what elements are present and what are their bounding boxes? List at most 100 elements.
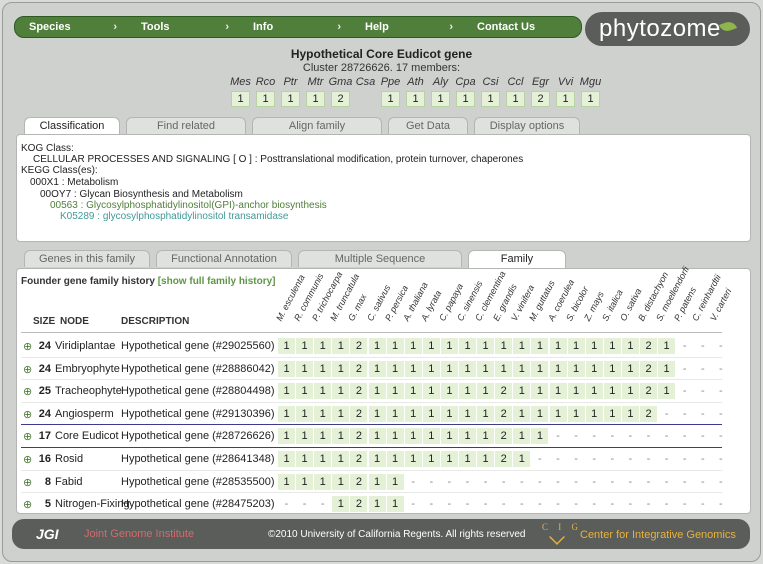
- count-cell[interactable]: 2: [350, 451, 368, 467]
- count-cell[interactable]: 2: [495, 383, 513, 400]
- count-cell[interactable]: 1: [278, 338, 295, 354]
- count-cell[interactable]: 1: [585, 405, 603, 422]
- tab-family-history[interactable]: Family History?: [468, 250, 566, 283]
- count-cell[interactable]: 1: [278, 383, 295, 400]
- count-cell[interactable]: 1: [567, 405, 585, 422]
- show-full-history-link[interactable]: [show full family history]: [158, 276, 276, 287]
- kegg-class-2[interactable]: 00OY7 : Glycan Biosynthesis and Metaboli…: [40, 189, 243, 200]
- count-cell[interactable]: 1: [513, 451, 531, 467]
- count-cell[interactable]: 1: [459, 360, 476, 377]
- count-cell[interactable]: 1: [585, 360, 603, 377]
- species-count[interactable]: 1: [253, 91, 278, 110]
- count-cell[interactable]: 1: [422, 383, 440, 400]
- species-count[interactable]: 1: [428, 91, 453, 110]
- count-cell[interactable]: 1: [368, 496, 386, 513]
- count-cell[interactable]: 1: [459, 338, 476, 354]
- count-cell[interactable]: 1: [477, 451, 495, 467]
- zoom-icon[interactable]: ⊕: [23, 498, 32, 511]
- tab-align-family-members[interactable]: Align family members: [252, 117, 382, 149]
- count-cell[interactable]: 1: [477, 360, 495, 377]
- count-cell[interactable]: 1: [440, 428, 458, 445]
- count-cell[interactable]: 1: [603, 338, 621, 354]
- count-cell[interactable]: 1: [368, 338, 386, 354]
- count-cell[interactable]: 1: [658, 360, 676, 377]
- count-cell[interactable]: 1: [386, 338, 404, 354]
- count-cell[interactable]: 1: [314, 405, 332, 422]
- count-cell[interactable]: 1: [531, 428, 549, 445]
- count-cell[interactable]: 1: [567, 360, 585, 377]
- count-cell[interactable]: 1: [368, 360, 386, 377]
- kegg-class-1[interactable]: 000X1 : Metabolism: [30, 177, 118, 188]
- row-description[interactable]: Hypothetical gene (#28641348): [121, 453, 275, 465]
- count-cell[interactable]: 1: [585, 338, 603, 354]
- count-cell[interactable]: 1: [332, 338, 350, 354]
- count-cell[interactable]: 1: [296, 405, 314, 422]
- count-cell[interactable]: 1: [404, 360, 422, 377]
- count-cell[interactable]: 1: [296, 383, 314, 400]
- count-cell[interactable]: 1: [314, 428, 332, 445]
- count-cell[interactable]: 1: [332, 360, 350, 377]
- count-cell[interactable]: 1: [278, 405, 295, 422]
- count-cell[interactable]: 1: [658, 383, 676, 400]
- count-cell[interactable]: 1: [296, 428, 314, 445]
- nav-tools[interactable]: Tools ›: [127, 17, 239, 37]
- count-cell[interactable]: 1: [386, 405, 404, 422]
- tab-display-options[interactable]: Display options: [474, 117, 580, 134]
- jgi-name[interactable]: Joint Genome Institute: [84, 528, 194, 540]
- count-cell[interactable]: 2: [350, 428, 368, 445]
- row-description[interactable]: Hypothetical gene (#28726626): [121, 430, 275, 442]
- species-count[interactable]: 1: [453, 91, 478, 110]
- count-cell[interactable]: 1: [314, 338, 332, 354]
- count-cell[interactable]: 1: [278, 451, 295, 467]
- species-count[interactable]: 1: [303, 91, 328, 110]
- species-count[interactable]: 1: [478, 91, 503, 110]
- zoom-icon[interactable]: ⊕: [23, 430, 32, 443]
- species-count[interactable]: 1: [278, 91, 303, 110]
- count-cell[interactable]: 1: [278, 428, 295, 445]
- zoom-icon[interactable]: ⊕: [23, 453, 32, 466]
- count-cell[interactable]: 1: [658, 338, 676, 354]
- count-cell[interactable]: 1: [296, 451, 314, 467]
- count-cell[interactable]: 1: [477, 383, 495, 400]
- count-cell[interactable]: 1: [332, 451, 350, 467]
- count-cell[interactable]: 1: [386, 428, 404, 445]
- count-cell[interactable]: 1: [440, 451, 458, 467]
- count-cell[interactable]: 2: [640, 338, 657, 354]
- count-cell[interactable]: 1: [278, 473, 295, 490]
- count-cell[interactable]: 1: [531, 360, 549, 377]
- tab-genes-in-family[interactable]: Genes in this family: [24, 250, 150, 267]
- count-cell[interactable]: 1: [386, 451, 404, 467]
- count-cell[interactable]: 1: [440, 338, 458, 354]
- zoom-icon[interactable]: ⊕: [23, 408, 32, 421]
- count-cell[interactable]: 1: [404, 383, 422, 400]
- zoom-icon[interactable]: ⊕: [23, 363, 32, 376]
- count-cell[interactable]: 1: [549, 405, 567, 422]
- count-cell[interactable]: 1: [368, 473, 386, 490]
- count-cell[interactable]: 1: [459, 383, 476, 400]
- count-cell[interactable]: 1: [386, 360, 404, 377]
- count-cell[interactable]: 1: [314, 383, 332, 400]
- count-cell[interactable]: 1: [549, 360, 567, 377]
- count-cell[interactable]: 1: [513, 428, 531, 445]
- species-count[interactable]: 2: [528, 91, 553, 110]
- count-cell[interactable]: 2: [495, 405, 513, 422]
- tab-get-data[interactable]: Get Data: [388, 117, 468, 134]
- zoom-icon[interactable]: ⊕: [23, 385, 32, 398]
- species-count[interactable]: 1: [378, 91, 403, 110]
- count-cell[interactable]: 1: [621, 405, 639, 422]
- tab-functional-annotation[interactable]: Functional Annotation: [156, 250, 292, 267]
- count-cell[interactable]: 1: [332, 383, 350, 400]
- tab-find-related-families[interactable]: Find related families: [126, 117, 246, 149]
- count-cell[interactable]: 1: [296, 473, 314, 490]
- tab-multiple-sequence-alignment[interactable]: Multiple Sequence Alignment: [298, 250, 462, 282]
- cig-name[interactable]: Center for Integrative Genomics: [580, 529, 736, 541]
- count-cell[interactable]: 1: [440, 405, 458, 422]
- count-cell[interactable]: 1: [585, 383, 603, 400]
- count-cell[interactable]: 1: [296, 338, 314, 354]
- count-cell[interactable]: 1: [549, 383, 567, 400]
- count-cell[interactable]: 1: [386, 496, 404, 513]
- species-count[interactable]: 1: [403, 91, 428, 110]
- count-cell[interactable]: 2: [495, 451, 513, 467]
- count-cell[interactable]: 2: [640, 405, 657, 422]
- count-cell[interactable]: 1: [477, 338, 495, 354]
